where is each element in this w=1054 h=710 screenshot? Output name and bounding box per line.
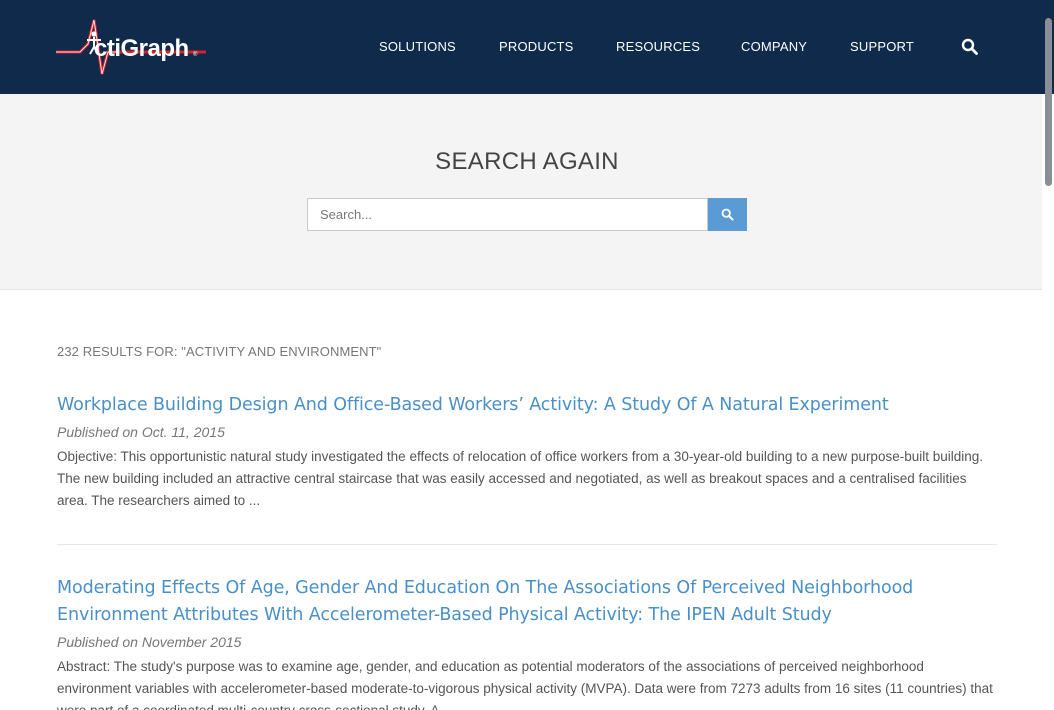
page-scrollbar[interactable] [1042,0,1054,710]
search-input[interactable] [307,198,708,231]
header-search-button[interactable] [961,38,979,56]
result-title-link[interactable]: Moderating Effects Of Age, Gender And Ed… [57,575,997,629]
result-date: Published on Oct. 11, 2015 [57,424,225,440]
nav-support[interactable]: SUPPORT [850,39,914,54]
top-navigation: ctiGraph ® SOLUTIONS PRODUCTS RESOURCES … [0,0,1054,94]
result-title-link[interactable]: Workplace Building Design And Office-Bas… [57,392,997,419]
result-date: Published on November 2015 [57,634,242,650]
results-summary: 232 RESULTS FOR: "ACTIVITY AND ENVIRONME… [57,344,382,359]
result-excerpt: Objective: This opportunistic natural st… [57,449,984,508]
result-item: Workplace Building Design And Office-Bas… [57,392,997,512]
actigraph-logo[interactable]: ctiGraph ® [56,16,206,82]
nav-solutions[interactable]: SOLUTIONS [379,39,456,54]
search-submit-button[interactable] [708,198,747,231]
search-section: SEARCH AGAIN [0,94,1042,290]
nav-products[interactable]: PRODUCTS [499,39,574,54]
result-divider [57,544,997,545]
search-icon [961,38,978,55]
search-icon [721,208,734,221]
logo-registered: ® [193,52,198,58]
search-title: SEARCH AGAIN [435,148,619,175]
nav-resources[interactable]: RESOURCES [616,39,700,54]
result-excerpt: Abstract: The study's purpose was to exa… [57,659,993,710]
result-item: Moderating Effects Of Age, Gender And Ed… [57,575,997,710]
logo-text: ctiGraph [94,35,189,62]
nav-company[interactable]: COMPANY [741,39,807,54]
